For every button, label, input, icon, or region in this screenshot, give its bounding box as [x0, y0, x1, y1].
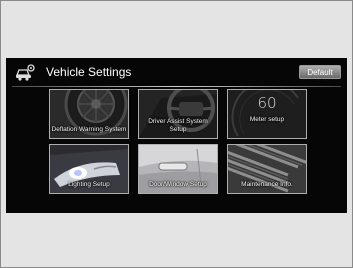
tile-label: Door/Window Setup: [149, 181, 207, 188]
tile-label: Driver Assist System Setup: [148, 118, 208, 133]
tile-label: Meter setup: [249, 116, 285, 123]
speed-readout: 60: [257, 94, 277, 112]
header-bar: Vehicle Settings Default: [6, 58, 347, 86]
tile-lighting-setup[interactable]: Lighting Setup: [49, 144, 129, 194]
tile-door-window-setup[interactable]: Door/Window Setup: [138, 144, 218, 194]
tile-deflation-warning-system[interactable]: Deflation Warning System: [49, 89, 129, 139]
tile-label: Lighting Setup: [68, 181, 110, 188]
car-settings-icon: [16, 64, 35, 81]
page-title: Vehicle Settings: [46, 65, 132, 79]
tile-label: Deflation Warning System: [51, 126, 127, 133]
vehicle-settings-screen: Vehicle Settings Default Deflation Warni…: [6, 58, 347, 213]
default-button[interactable]: Default: [299, 65, 341, 79]
tile-meter-setup[interactable]: 60 Meter setup: [227, 89, 307, 139]
tile-label: Maintenance Info.: [241, 181, 293, 188]
tile-driver-assist-system-setup[interactable]: Driver Assist System Setup: [138, 89, 218, 139]
tile-maintenance-info[interactable]: Maintenance Info.: [227, 144, 307, 194]
header-divider: [12, 86, 341, 87]
